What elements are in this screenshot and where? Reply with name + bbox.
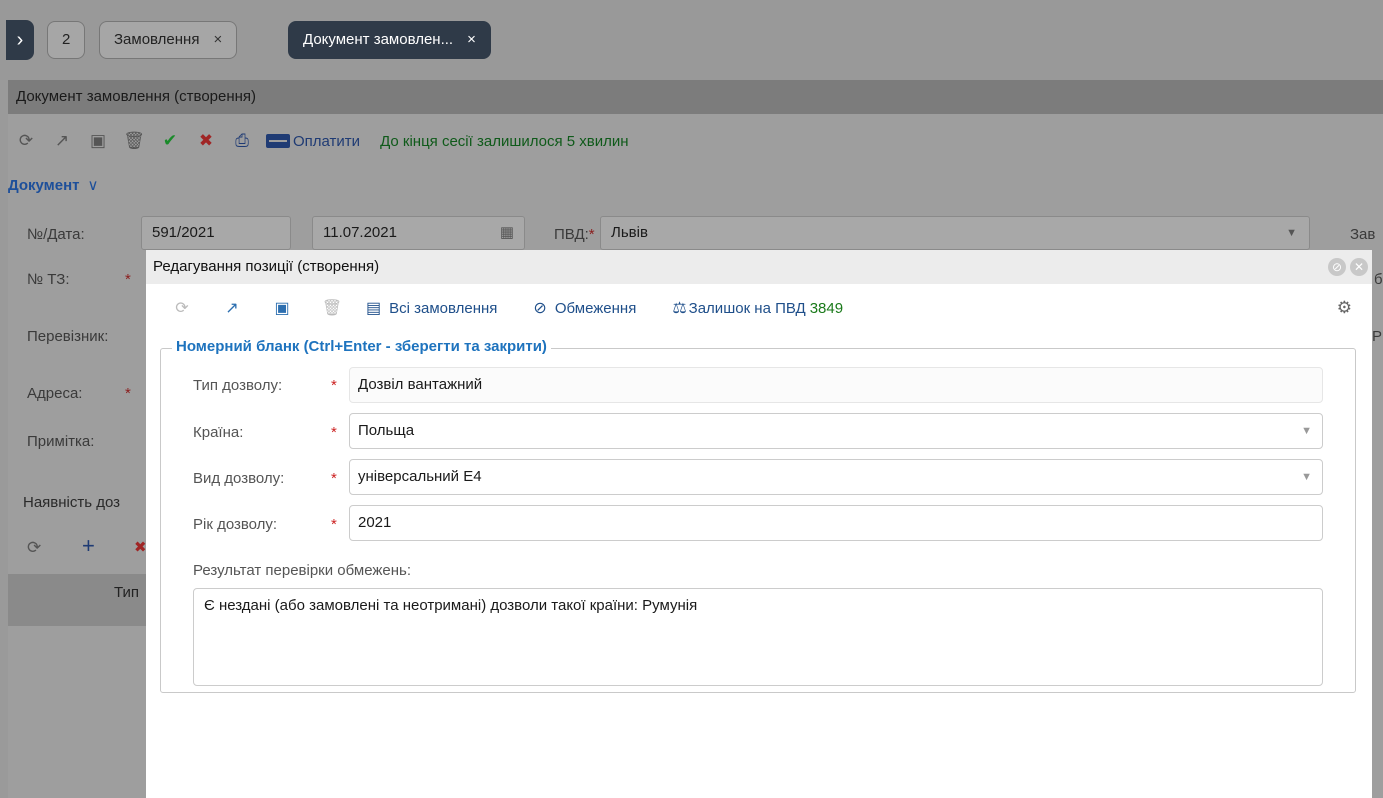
chevron-down-icon: ▼ — [1301, 425, 1312, 437]
date-field[interactable]: 11.07.2021 ▦ — [312, 216, 525, 250]
carrier-label: Перевізник: — [27, 328, 109, 345]
country-select[interactable]: Польща ▼ — [349, 413, 1323, 449]
za-label: Зав — [1350, 226, 1376, 243]
tab-doc-label: Документ замовлен... — [303, 31, 454, 48]
close-icon[interactable]: × — [213, 31, 222, 48]
delete-icon[interactable]: ✖ — [134, 538, 147, 556]
document-toolbar: ⟳ ↗ ▣ 🗑 ✔ ✖ ⎙ Оплатити До кінця сесії за… — [8, 118, 629, 164]
required-mark: * — [331, 516, 337, 533]
pvd-label-text: ПВД: — [554, 226, 589, 243]
pay-button[interactable]: Оплатити — [266, 133, 360, 150]
address-label: Адреса: — [27, 385, 83, 402]
save-icon[interactable]: ▣ — [80, 131, 116, 151]
balance-label: Залишок на ПВД — [688, 299, 806, 317]
required-mark: * — [588, 226, 595, 243]
chevron-down-icon: ∨ — [87, 177, 99, 194]
chevron-down-icon: ▼ — [1286, 227, 1297, 239]
dialog-title: Редагування позиції (створення) — [153, 258, 380, 275]
clipboard-icon: ▤ — [366, 300, 382, 317]
document-section-toggle[interactable]: Документ ∨ — [8, 176, 99, 194]
delete-icon[interactable]: 🗑 — [316, 298, 348, 318]
limits-button[interactable]: ⊘ Обмеження — [533, 298, 636, 318]
group-legend: Номерний бланк (Ctrl+Enter - зберегти та… — [172, 338, 551, 355]
refresh-icon[interactable]: ⟳ — [27, 538, 41, 558]
close-icon[interactable]: ✕ — [1350, 258, 1368, 276]
cut-text: Р — [1372, 328, 1383, 345]
check-circle-icon: ⊘ — [533, 300, 547, 317]
delete-icon[interactable]: 🗑 — [116, 131, 152, 151]
minimize-icon[interactable]: ⊘ — [1328, 258, 1346, 276]
required-mark: * — [125, 385, 131, 402]
note-label: Примітка: — [27, 433, 95, 450]
tz-label: № ТЗ: — [27, 271, 70, 288]
required-mark: * — [331, 424, 337, 441]
permit-kind-value: універсальний Е4 — [358, 468, 482, 485]
gear-icon[interactable]: ⚙ — [1337, 298, 1352, 318]
all-orders-button[interactable]: ▤ Всі замовлення — [366, 298, 497, 318]
save-icon[interactable]: ▣ — [266, 298, 298, 318]
check-result-textarea[interactable]: Є нездані (або замовлені та неотримані) … — [193, 588, 1323, 686]
confirm-icon[interactable]: ✔ — [152, 131, 188, 151]
section-label: Документ — [8, 177, 80, 194]
open-external-icon[interactable]: ↗ — [44, 131, 80, 151]
edit-position-dialog: Редагування позиції (створення) ⊘ ✕ ⟳ ↗ … — [146, 250, 1372, 798]
refresh-icon[interactable]: ⟳ — [8, 131, 44, 151]
app-window: › 2 Замовлення × Документ замовлен... × До… — [0, 0, 1383, 798]
all-orders-label: Всі замовлення — [389, 299, 498, 317]
balance-value: 3849 — [809, 299, 844, 317]
tab-orders-label: Замовлення — [114, 31, 200, 48]
chevron-down-icon: ▼ — [1301, 471, 1312, 483]
pvd-label: ПВД:* — [554, 226, 595, 243]
page-title: Документ замовлення (створення) — [8, 80, 1383, 114]
permit-kind-select[interactable]: універсальний Е4 ▼ — [349, 459, 1323, 495]
dialog-titlebar: Редагування позиції (створення) ⊘ ✕ — [146, 250, 1372, 284]
balance-button[interactable]: ⚖ Залишок на ПВД — [672, 298, 805, 318]
num-date-label: №/Дата: — [27, 226, 85, 243]
add-icon[interactable]: + — [82, 533, 95, 559]
print-icon[interactable]: ⎙ — [224, 131, 260, 151]
country-value: Польща — [358, 422, 415, 439]
calendar-icon[interactable]: ▦ — [500, 217, 514, 249]
tab-counter-label: 2 — [62, 31, 71, 48]
close-icon[interactable]: × — [467, 31, 476, 48]
permit-year-label: Рік дозволу: — [193, 516, 278, 533]
scales-icon: ⚖ — [672, 300, 687, 317]
dialog-toolbar: ⟳ ↗ ▣ 🗑 ▤ Всі замовлення ⊘ Обмеження ⚖ Зали… — [146, 284, 1372, 332]
permit-type-label: Тип дозволу: — [193, 377, 283, 394]
required-mark: * — [331, 470, 337, 487]
date-value: 11.07.2021 — [323, 224, 397, 241]
permit-year-field[interactable]: 2021 — [349, 505, 1323, 541]
session-timer: До кінця сесії залишилося 5 хвилин — [380, 132, 629, 150]
permit-kind-label: Вид дозволу: — [193, 470, 285, 487]
required-mark: * — [125, 271, 131, 288]
grid-header: Тип — [8, 574, 148, 626]
tab-counter[interactable]: 2 — [47, 21, 86, 59]
limits-label: Обмеження — [554, 299, 637, 317]
cancel-icon[interactable]: ✖ — [188, 131, 224, 151]
refresh-icon[interactable]: ⟳ — [166, 298, 198, 318]
nav-toggle-button[interactable]: › — [6, 20, 34, 60]
credit-card-icon — [266, 134, 290, 148]
open-external-icon[interactable]: ↗ — [216, 298, 248, 318]
pvd-value: Львів — [611, 224, 648, 241]
permit-type-field[interactable]: Дозвіл вантажний — [349, 367, 1323, 403]
pay-label: Оплатити — [293, 132, 361, 150]
required-mark: * — [331, 377, 337, 394]
pvd-select[interactable]: Львів ▼ — [600, 216, 1310, 250]
dialog-controls: ⊘ ✕ — [1328, 258, 1368, 276]
tab-orders[interactable]: Замовлення × — [99, 21, 238, 59]
grid-column-type[interactable]: Тип — [114, 584, 139, 601]
tab-order-document[interactable]: Документ замовлен... × — [288, 21, 491, 59]
number-field[interactable]: 591/2021 — [141, 216, 291, 250]
presence-label: Наявність доз — [23, 494, 121, 511]
tab-bar: › 2 Замовлення × Документ замовлен... × — [0, 0, 1383, 80]
cut-text: б — [1374, 271, 1383, 288]
check-result-label: Результат перевірки обмежень: — [193, 562, 412, 579]
country-label: Країна: — [193, 424, 244, 441]
